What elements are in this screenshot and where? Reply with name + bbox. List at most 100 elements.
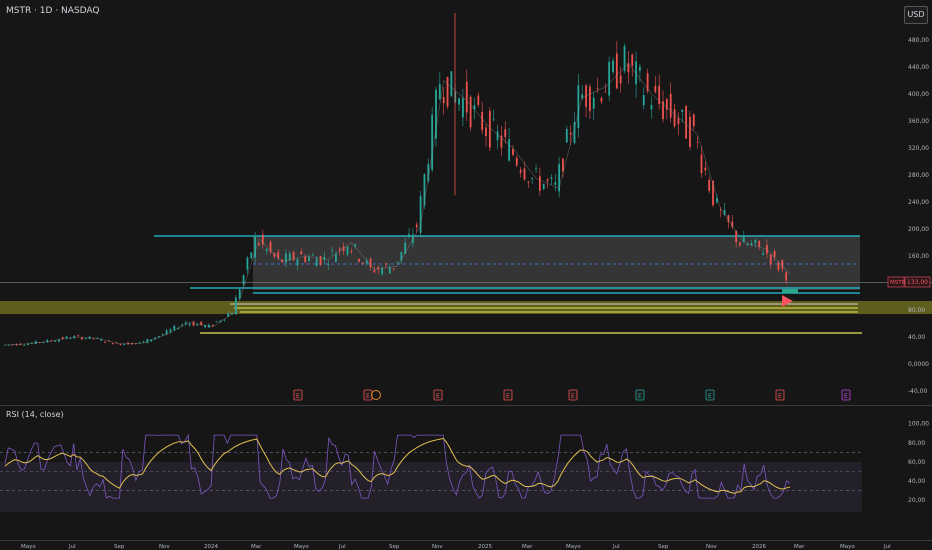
time-axis-label: Nov [159, 544, 170, 550]
candle-body [442, 97, 445, 104]
candle-body [265, 248, 268, 251]
candle-body [762, 253, 764, 255]
earnings-marker-label: E [506, 393, 510, 400]
candle-body [319, 256, 322, 265]
candle-body [392, 268, 395, 270]
price-axis-label: 200,00 [908, 226, 929, 233]
candle-body [23, 345, 26, 346]
candle-body [146, 338, 149, 344]
candle-body [608, 61, 611, 96]
candle-body [308, 256, 310, 261]
candle-body [450, 71, 453, 97]
chart-canvas[interactable]: 480,00 440,00 400,00 360,00 320,00 280,00 240,… [0, 0, 932, 550]
candle-body [419, 195, 422, 233]
candle-body [481, 111, 484, 131]
earnings-marker-label: E [436, 393, 440, 400]
rsi-band [0, 462, 862, 512]
candle-body [338, 248, 341, 251]
currency-button[interactable]: USD [904, 6, 928, 24]
candle-body [346, 246, 349, 255]
candle-body [689, 116, 691, 147]
candle-body [331, 249, 333, 251]
candle-body [431, 114, 434, 170]
candle-body [415, 224, 418, 228]
time-axis-label: Nov [706, 544, 717, 550]
time-axis-label: Mar [251, 544, 262, 550]
candle-body [250, 252, 253, 259]
candle-body [492, 118, 495, 120]
rsi-axis-label: 20,00 [908, 497, 925, 504]
time-axis-label: Jul [883, 544, 891, 550]
candle-body [196, 324, 199, 326]
candle-body [285, 253, 287, 263]
candle-body [527, 181, 530, 183]
candle-body [496, 131, 499, 141]
candle-body [562, 158, 564, 172]
time-axis-label: Jul [612, 544, 620, 550]
price-axis-label: 360,00 [908, 118, 929, 125]
candle-body [785, 272, 788, 281]
candle-body [254, 235, 257, 258]
candle-body [335, 253, 337, 263]
candle-body [358, 259, 360, 262]
candle-body [619, 75, 622, 84]
time-axis-label: Mar [794, 544, 805, 550]
symbol-tag-label: MSTR [890, 280, 906, 286]
candle-body [462, 98, 464, 118]
candle-body [258, 243, 260, 246]
candle-body [615, 53, 618, 89]
time-axis-label: Jul [338, 544, 346, 550]
candle-body [242, 275, 245, 285]
rsi-title[interactable]: RSI (14, close) [6, 410, 64, 419]
candle-body [173, 325, 176, 331]
time-axis-label: Sep [389, 544, 400, 550]
time-axis-label: Mayo [840, 544, 855, 550]
candle-body [523, 168, 526, 180]
candle-body [327, 263, 330, 265]
time-axis-label: Nov [432, 544, 443, 550]
candle-body [692, 114, 695, 127]
candle-body [650, 105, 653, 110]
price-axis-label: 440,00 [908, 64, 929, 71]
earnings-marker-label: E [296, 393, 300, 400]
candle-body [642, 95, 645, 106]
price-axis-label: 240,00 [908, 199, 929, 206]
price-axis-label: 0,0000 [908, 361, 929, 368]
earnings-marker-label: E [778, 393, 782, 400]
time-axis-label: Jul [68, 544, 76, 550]
candle-body [546, 179, 549, 182]
price-axis-label: 400,00 [908, 91, 929, 98]
candle-body [592, 97, 595, 109]
time-axis-label: Mar [522, 544, 533, 550]
candle-body [311, 255, 314, 257]
candle-body [300, 251, 303, 255]
candle-body [681, 109, 684, 112]
candle-body [589, 86, 591, 112]
candle-body [554, 182, 557, 185]
candle-body [535, 168, 537, 170]
candle-body [739, 242, 741, 246]
candle-body [373, 270, 376, 273]
candle-body [746, 244, 749, 246]
symbol-header[interactable]: MSTR · 1D · NASDAQ [6, 6, 100, 16]
candle-body [408, 234, 410, 238]
candle-body [700, 154, 703, 174]
price-axis-label: 160,00 [908, 253, 929, 260]
time-axis-label: Mayo [21, 544, 36, 550]
time-axis-label: Mayo [294, 544, 309, 550]
candle-body [188, 323, 191, 326]
candle-body [769, 254, 772, 265]
candle-body [381, 267, 384, 275]
position-marker [782, 289, 798, 293]
earnings-marker-label: E [708, 393, 712, 400]
candle-body [211, 324, 214, 326]
candle-body [519, 169, 522, 173]
candle-body [677, 118, 680, 125]
candle-body [781, 259, 784, 269]
time-axis-label: Sep [114, 544, 125, 550]
range-box [253, 236, 860, 290]
candle-body [508, 139, 510, 161]
candle-body [246, 257, 249, 270]
candle-body [46, 339, 49, 343]
candle-body [84, 338, 87, 340]
